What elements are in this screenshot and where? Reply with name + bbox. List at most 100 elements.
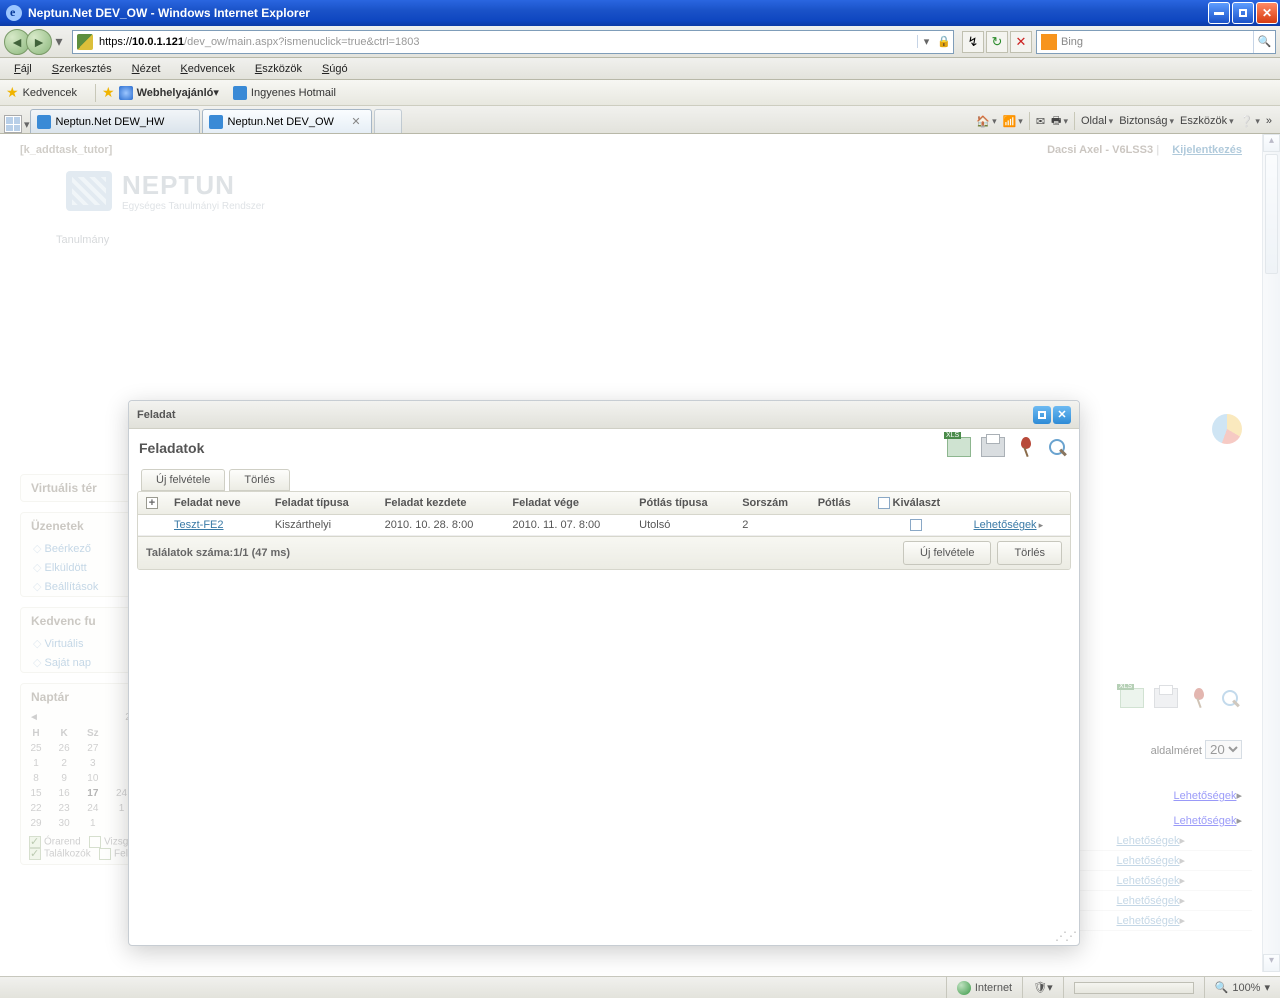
- expand-all-icon[interactable]: +: [146, 497, 158, 509]
- new-tab-button[interactable]: [374, 109, 402, 133]
- scroll-down[interactable]: ▾: [1263, 954, 1280, 972]
- chevrons-button[interactable]: »: [1266, 115, 1272, 127]
- scroll-thumb[interactable]: [1265, 154, 1278, 274]
- chk-vizsgak[interactable]: [89, 836, 101, 848]
- breadcrumb: [k_addtask_tutor]: [20, 144, 112, 156]
- search-placeholder: Bing: [1061, 36, 1253, 48]
- feeds-button[interactable]: 📶▾: [1003, 115, 1023, 128]
- maximize-button[interactable]: [1232, 2, 1254, 24]
- modal-close-button[interactable]: ✕: [1053, 406, 1071, 424]
- resize-grip-icon[interactable]: ⋰⋰: [1055, 929, 1075, 943]
- modal-title: Feladat: [137, 409, 176, 421]
- command-bar: 🏠▾ 📶▾ ✉ 🖶▾ Oldal▾ Biztonság▾ Eszközök▾ ❔…: [976, 109, 1276, 133]
- col-repl[interactable]: Pótlás típusa: [631, 492, 734, 515]
- menu-help[interactable]: Súgó: [312, 61, 358, 77]
- quick-tabs-dropdown[interactable]: ▾: [24, 118, 30, 131]
- footer-new-button[interactable]: Új felvétele: [903, 541, 991, 565]
- col-ord[interactable]: Sorszám: [734, 492, 809, 515]
- tab-delete[interactable]: Törlés: [229, 469, 290, 491]
- col-type[interactable]: Feladat típusa: [267, 492, 377, 515]
- chk-feladatok[interactable]: [99, 848, 111, 860]
- menu-view[interactable]: Nézet: [122, 61, 171, 77]
- footer-delete-button[interactable]: Törlés: [997, 541, 1062, 565]
- bg-search-icon[interactable]: [1220, 688, 1242, 710]
- close-button[interactable]: [1256, 2, 1278, 24]
- add-favorite-icon[interactable]: ★: [102, 84, 115, 101]
- minimize-button[interactable]: [1208, 2, 1230, 24]
- stop-button[interactable]: ✕: [1010, 31, 1032, 53]
- tab-1-label: Neptun.Net DEV_OW: [228, 116, 334, 128]
- pie-chart-icon: [1212, 414, 1242, 444]
- address-bar[interactable]: https://10.0.1.121/dev_ow/main.aspx?isme…: [72, 30, 954, 54]
- favorites-star-icon[interactable]: ★: [6, 84, 19, 101]
- forward-button[interactable]: ►: [26, 29, 52, 55]
- favbar-item-hotmail[interactable]: Ingyenes Hotmail: [233, 86, 336, 100]
- chk-talalkozok[interactable]: [29, 848, 41, 860]
- zoom-control[interactable]: 🔍 100% ▾: [1204, 977, 1280, 998]
- lock-icon: 🔒: [935, 35, 953, 48]
- row-options-link[interactable]: Lehetőségek: [974, 519, 1037, 531]
- menu-edit[interactable]: Szerkesztés: [42, 61, 122, 77]
- row-checkbox[interactable]: [910, 519, 922, 531]
- bg-print-icon[interactable]: [1154, 688, 1178, 708]
- select-all-checkbox[interactable]: [878, 497, 890, 509]
- bg-pin-icon[interactable]: [1188, 688, 1210, 710]
- bg-export-xls-icon[interactable]: [1120, 688, 1144, 708]
- feladat-table: + Feladat neve Feladat típusa Feladat ke…: [138, 492, 1070, 536]
- pagesize-select[interactable]: 20: [1205, 740, 1242, 759]
- menu-fav[interactable]: Kedvencek: [170, 61, 244, 77]
- col-start[interactable]: Feladat kezdete: [377, 492, 505, 515]
- scroll-up[interactable]: ▴: [1263, 134, 1280, 152]
- print-button[interactable]: 🖶▾: [1051, 112, 1068, 131]
- read-mail-button[interactable]: ✉: [1036, 115, 1045, 128]
- address-dropdown[interactable]: ▾: [917, 35, 935, 48]
- modal-maximize-button[interactable]: [1033, 406, 1051, 424]
- protected-mode[interactable]: 🛡▾: [1022, 977, 1063, 998]
- nav-toolbar: ◄ ► ▾ https://10.0.1.121/dev_ow/main.asp…: [0, 26, 1280, 58]
- menu-file[interactable]: Fájl: [4, 61, 42, 77]
- search-icon[interactable]: [1047, 437, 1069, 459]
- tab-close-icon[interactable]: ✕: [347, 115, 364, 128]
- col-name[interactable]: Feladat neve: [166, 492, 267, 515]
- search-go-button[interactable]: 🔍: [1253, 31, 1275, 53]
- cal-prev[interactable]: ◄: [29, 712, 39, 723]
- col-end[interactable]: Feladat vége: [504, 492, 631, 515]
- vertical-scrollbar[interactable]: ▴ ▾: [1262, 134, 1280, 972]
- safety-menu[interactable]: Biztonság▾: [1119, 115, 1174, 127]
- help-button[interactable]: ❔▾: [1240, 115, 1260, 128]
- window-title: Neptun.Net DEV_OW - Windows Internet Exp…: [26, 6, 1206, 20]
- col-select[interactable]: Kiválaszt: [870, 492, 966, 515]
- nav-history-dropdown[interactable]: ▾: [52, 29, 66, 55]
- status-bar: Internet 🛡▾ 🔍 100% ▾: [0, 976, 1280, 998]
- compat-view-button[interactable]: ↯: [962, 31, 984, 53]
- logout-link[interactable]: Kijelentkezés: [1172, 144, 1242, 156]
- feladat-modal: Feladat ✕ Feladatok Új felvétele Törlés: [128, 400, 1080, 946]
- print-icon[interactable]: [981, 437, 1005, 457]
- tab-0[interactable]: Neptun.Net DEW_HW: [30, 109, 200, 133]
- table-row: Teszt-FE2 Kiszárthelyi 2010. 10. 28. 8:0…: [138, 515, 1070, 536]
- bg-opt-0[interactable]: Lehetőségek: [1173, 790, 1236, 802]
- search-box[interactable]: Bing 🔍: [1036, 30, 1276, 54]
- nav-tanulmany[interactable]: Tanulmány: [46, 228, 119, 252]
- row-name-link[interactable]: Teszt-FE2: [174, 519, 224, 531]
- favbar-item-webhelyajanlo[interactable]: Webhelyajánló ▾: [119, 86, 219, 100]
- row-start: 2010. 10. 28. 8:00: [377, 515, 505, 536]
- status-zone[interactable]: Internet: [946, 977, 1022, 998]
- pagesize-label: aldalméret: [1151, 745, 1202, 757]
- modal-subtitle: Feladatok: [139, 440, 204, 456]
- pin-icon[interactable]: [1015, 437, 1037, 459]
- page-menu[interactable]: Oldal▾: [1081, 115, 1113, 127]
- home-button[interactable]: 🏠▾: [976, 115, 996, 128]
- menu-tools[interactable]: Eszközök: [245, 61, 312, 77]
- bg-opt-1[interactable]: Lehetőségek: [1173, 815, 1236, 827]
- globe-icon: [957, 981, 971, 995]
- col-potlas[interactable]: Pótlás: [810, 492, 870, 515]
- favorites-label[interactable]: Kedvencek: [23, 87, 77, 99]
- modal-titlebar: Feladat ✕: [129, 401, 1079, 429]
- tools-menu[interactable]: Eszközök▾: [1180, 115, 1234, 127]
- export-xls-icon[interactable]: [947, 437, 971, 457]
- tab-new[interactable]: Új felvétele: [141, 469, 225, 491]
- tab-1-active[interactable]: Neptun.Net DEV_OW ✕: [202, 109, 372, 133]
- quick-tabs-button[interactable]: [4, 115, 22, 133]
- refresh-button[interactable]: ↻: [986, 31, 1008, 53]
